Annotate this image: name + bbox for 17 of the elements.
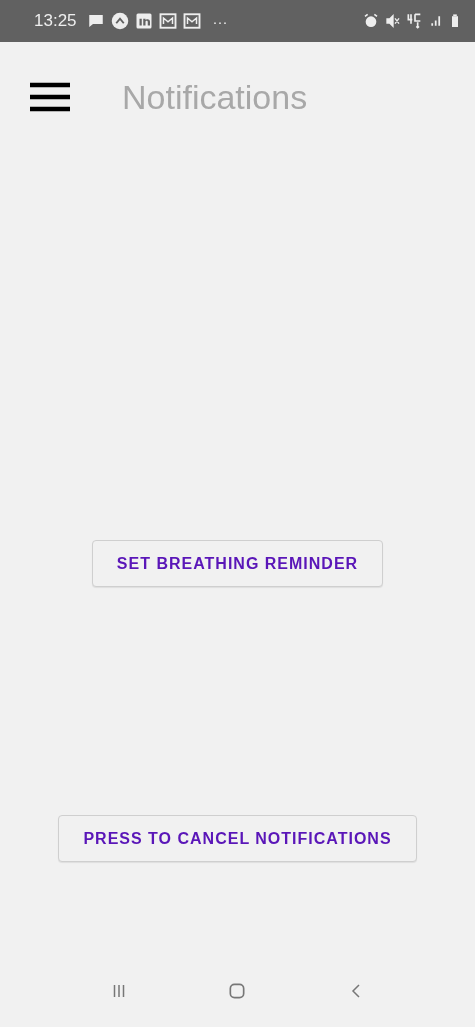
alarm-icon — [363, 13, 379, 29]
mail-icon — [182, 12, 201, 30]
signal-icon — [429, 14, 443, 28]
mute-icon — [385, 13, 401, 29]
circle-icon — [110, 12, 129, 30]
battery-icon — [449, 12, 461, 30]
more-notifications: ··· — [212, 12, 228, 30]
menu-icon — [28, 81, 72, 113]
mail-icon — [158, 12, 177, 30]
network-icon — [407, 13, 423, 29]
home-icon — [227, 981, 248, 1001]
reminder-button[interactable]: SET BREATHING REMINDER — [91, 540, 384, 587]
status-time: 13:25 — [34, 11, 77, 31]
chat-icon — [86, 12, 105, 30]
cancel-button[interactable]: PRESS TO CANCEL NOTIFICATIONS — [58, 815, 417, 862]
app-title: Notifications — [122, 77, 308, 117]
square-icon — [134, 12, 153, 30]
